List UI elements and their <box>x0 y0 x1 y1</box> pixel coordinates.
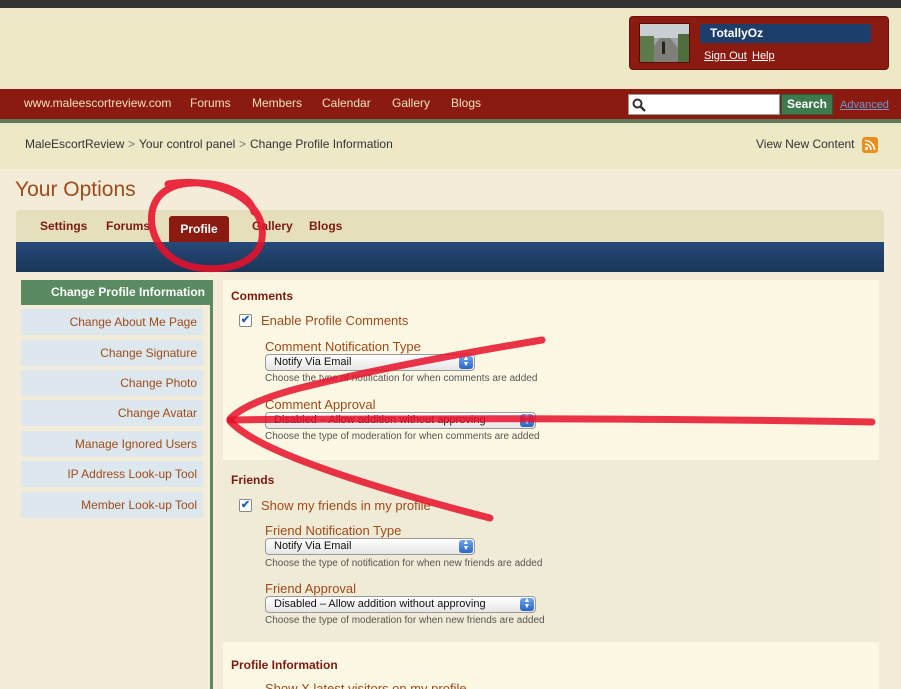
comment-notification-select[interactable]: Notify Via Email ▲ ▼ <box>265 354 475 371</box>
main-nav: www.maleescortreview.com Forums Members … <box>0 89 901 119</box>
checkmark-icon: ✔ <box>240 314 251 326</box>
friend-approval-label: Friend Approval <box>265 581 357 596</box>
nav-calendar[interactable]: Calendar <box>322 96 371 110</box>
sidebar-item-signature[interactable]: Change Signature <box>21 340 203 366</box>
tab-gallery[interactable]: Gallery <box>252 219 293 233</box>
breadcrumb-control-panel[interactable]: Your control panel <box>139 137 235 151</box>
dropdown-arrow-icon: ▲ ▼ <box>459 539 473 553</box>
tab-forums[interactable]: Forums <box>106 219 150 233</box>
search-button[interactable]: Search <box>781 94 833 115</box>
comment-notification-label: Comment Notification Type <box>265 339 421 354</box>
friend-approval-value: Disabled – Allow addition without approv… <box>274 598 486 610</box>
comment-notification-help: Choose the type of notification for when… <box>265 373 538 384</box>
dropdown-arrow-icon: ▲ ▼ <box>520 413 534 427</box>
comments-heading: Comments <box>231 289 294 303</box>
sidebar-item-avatar[interactable]: Change Avatar <box>21 400 203 426</box>
latest-visitors-label: Show X latest visitors on my profile <box>265 681 467 689</box>
friend-notification-label: Friend Notification Type <box>265 523 402 538</box>
comment-approval-value: Disabled – Allow addition without approv… <box>274 414 486 426</box>
enable-comments-checkbox[interactable]: ✔ <box>239 314 252 327</box>
nav-home[interactable]: www.maleescortreview.com <box>24 96 171 110</box>
sidebar-item-ip-lookup[interactable]: IP Address Look-up Tool <box>21 461 203 487</box>
enable-comments-label[interactable]: Enable Profile Comments <box>261 313 408 328</box>
comment-approval-select[interactable]: Disabled – Allow addition without approv… <box>265 412 536 429</box>
options-tabs: Settings Forums Profile Gallery Blogs <box>16 210 884 242</box>
nav-blogs[interactable]: Blogs <box>451 96 481 110</box>
top-strip <box>0 0 901 8</box>
user-panel: TotallyOz Sign Out Help <box>629 16 889 70</box>
friend-approval-select[interactable]: Disabled – Allow addition without approv… <box>265 596 536 613</box>
dropdown-arrow-icon: ▲ ▼ <box>459 355 473 369</box>
sidebar-heading[interactable]: Change Profile Information <box>21 280 211 305</box>
breadcrumb-separator: > <box>239 137 247 151</box>
tab-content-bar <box>16 242 884 272</box>
sidebar-item-about-me[interactable]: Change About Me Page <box>21 309 203 335</box>
show-friends-checkbox[interactable]: ✔ <box>239 499 252 512</box>
sign-out-link[interactable]: Sign Out <box>704 50 747 62</box>
nav-gallery[interactable]: Gallery <box>392 96 430 110</box>
page-title: Your Options <box>15 178 136 201</box>
breadcrumb-separator: > <box>128 137 136 151</box>
profile-information-heading: Profile Information <box>231 658 338 672</box>
help-link[interactable]: Help <box>752 50 775 62</box>
friends-heading: Friends <box>231 473 275 487</box>
breadcrumb: MaleEscortReview > Your control panel > … <box>0 123 901 169</box>
search-input[interactable] <box>628 94 780 115</box>
tab-blogs[interactable]: Blogs <box>309 219 342 233</box>
username: TotallyOz <box>710 26 764 40</box>
comment-approval-help: Choose the type of moderation for when c… <box>265 431 540 442</box>
sidebar-item-photo[interactable]: Change Photo <box>21 370 203 396</box>
tab-profile[interactable]: Profile <box>169 216 229 242</box>
sidebar-divider <box>210 280 213 689</box>
friend-notification-select[interactable]: Notify Via Email ▲ ▼ <box>265 538 475 555</box>
friend-notification-value: Notify Via Email <box>274 540 352 552</box>
comment-notification-value: Notify Via Email <box>274 356 352 368</box>
dropdown-arrow-icon: ▲ ▼ <box>520 597 534 611</box>
nav-forums[interactable]: Forums <box>190 96 231 110</box>
sidebar-item-member-lookup[interactable]: Member Look-up Tool <box>21 492 203 518</box>
show-friends-label[interactable]: Show my friends in my profile <box>261 498 431 513</box>
breadcrumb-current: Change Profile Information <box>250 137 393 151</box>
checkmark-icon: ✔ <box>240 499 251 511</box>
view-new-content-link[interactable]: View New Content <box>756 137 855 151</box>
avatar[interactable] <box>639 23 690 63</box>
friend-approval-help: Choose the type of moderation for when n… <box>265 615 545 626</box>
user-menu[interactable]: TotallyOz <box>700 24 871 43</box>
tab-settings[interactable]: Settings <box>40 219 87 233</box>
search-icon <box>632 98 646 112</box>
breadcrumb-home[interactable]: MaleEscortReview <box>25 137 124 151</box>
comment-approval-label: Comment Approval <box>265 397 376 412</box>
sidebar-item-ignored-users[interactable]: Manage Ignored Users <box>21 431 203 457</box>
rss-icon[interactable] <box>862 137 878 153</box>
nav-members[interactable]: Members <box>252 96 302 110</box>
advanced-search-link[interactable]: Advanced <box>840 99 889 111</box>
friend-notification-help: Choose the type of notification for when… <box>265 558 543 569</box>
